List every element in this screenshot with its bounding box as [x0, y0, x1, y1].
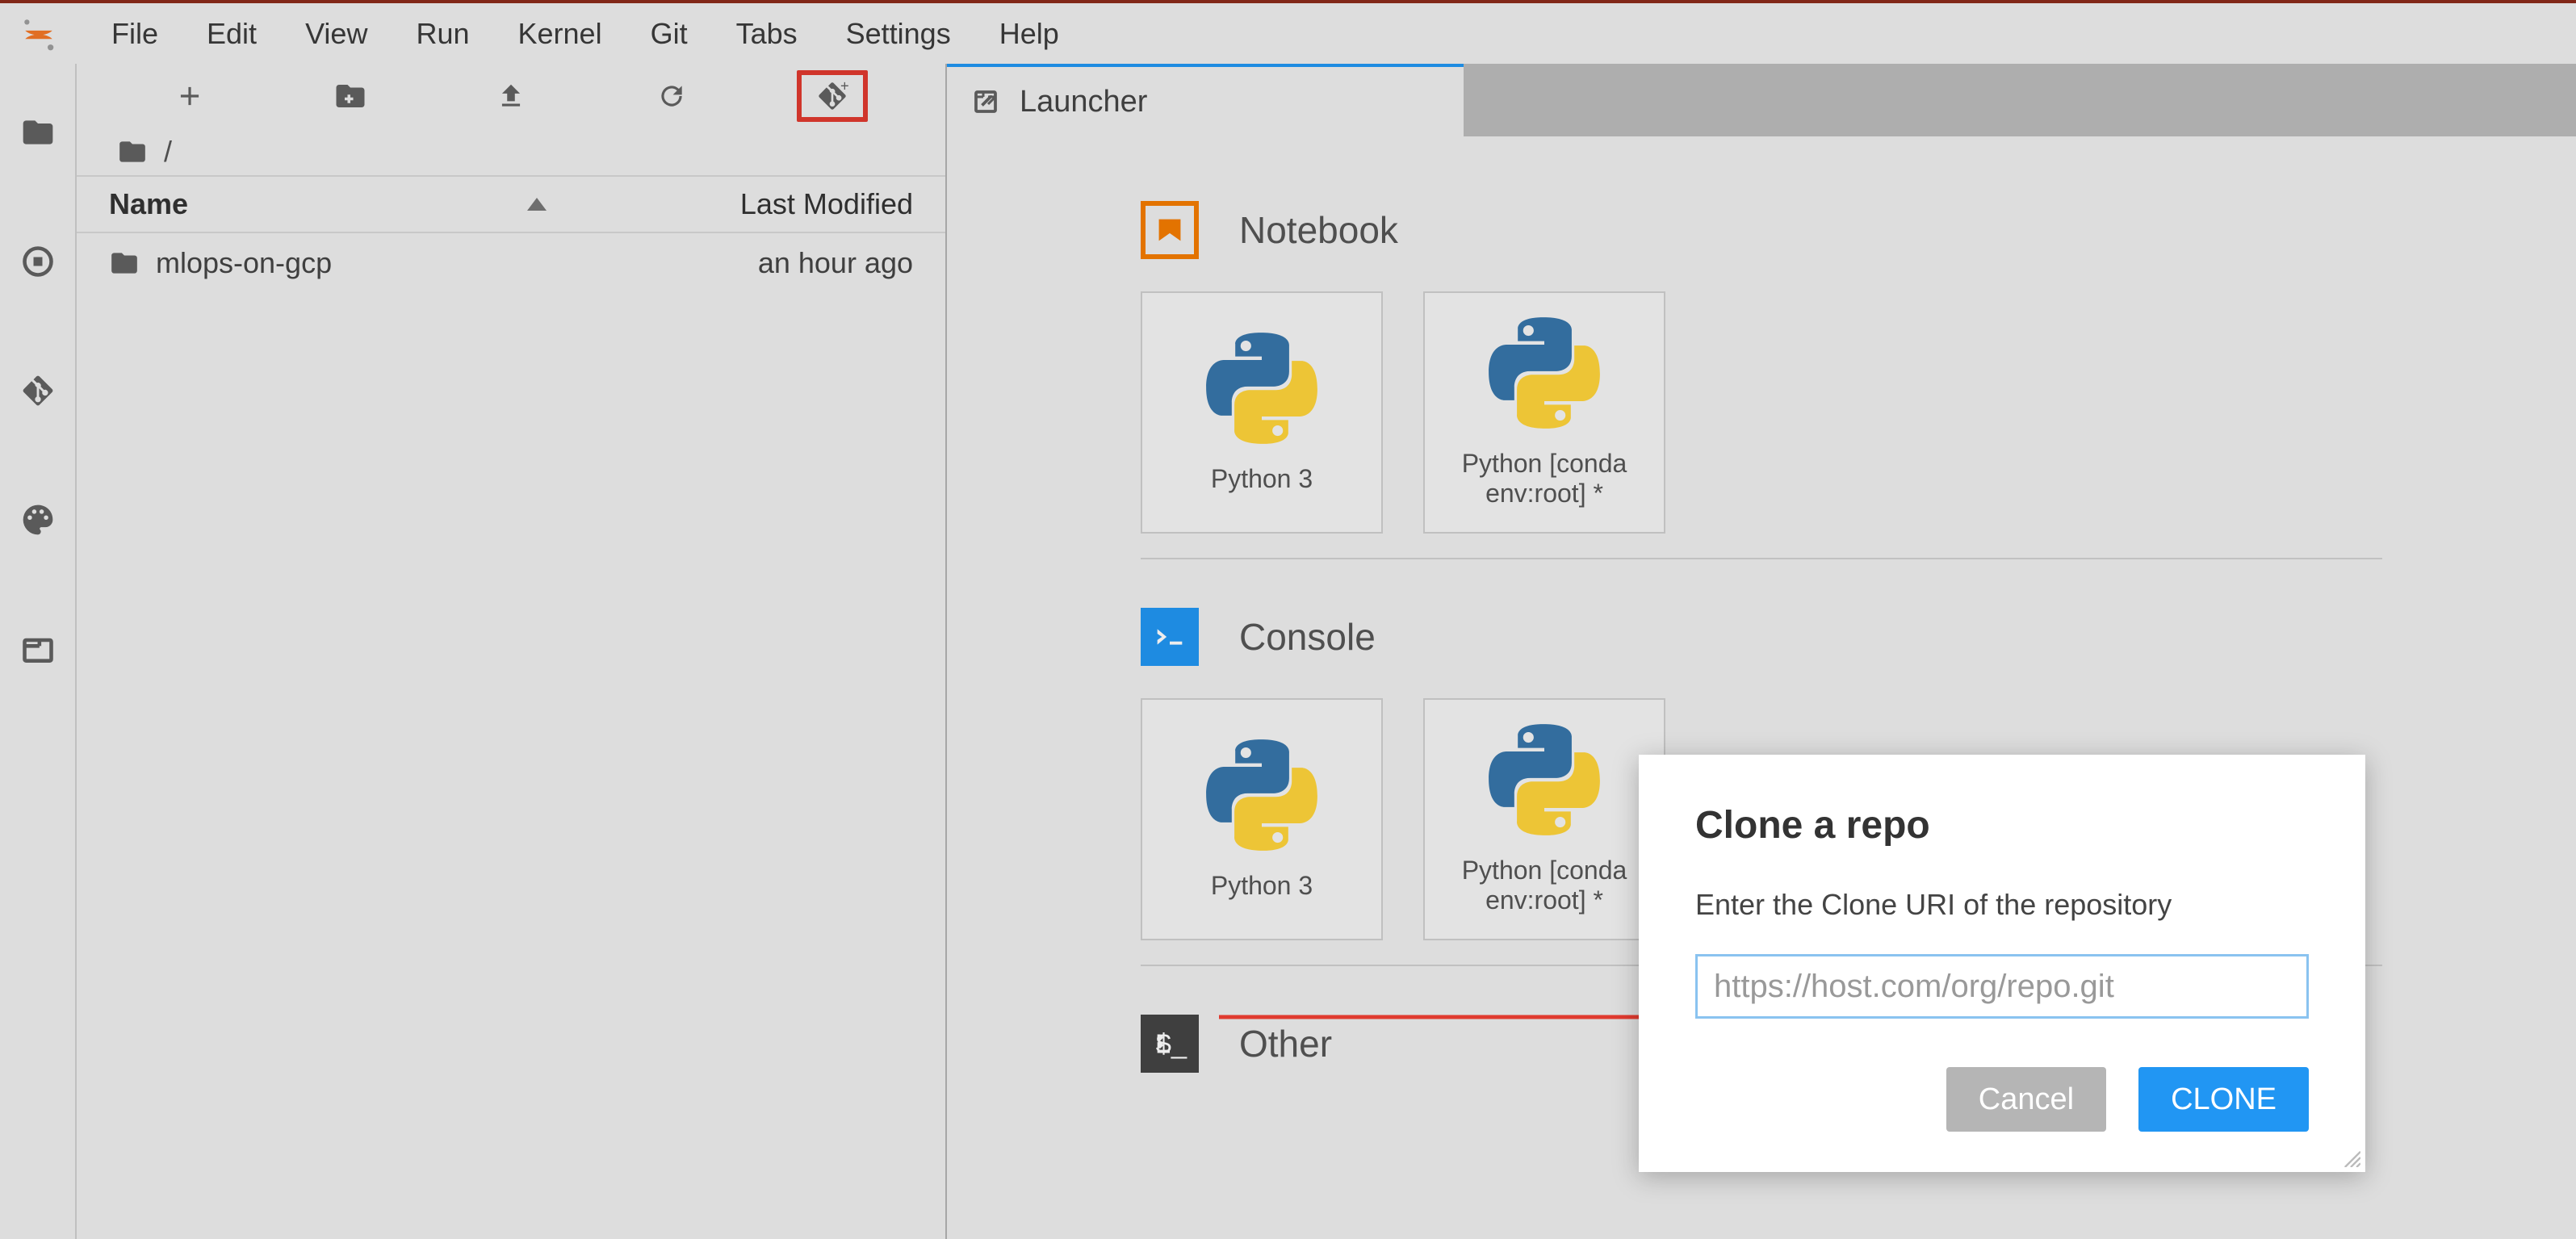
file-row[interactable]: mlops-on-gcp an hour ago	[77, 233, 945, 293]
dialog-title: Clone a repo	[1695, 803, 2309, 848]
resize-grip-icon[interactable]	[2341, 1148, 2360, 1167]
folder-icon	[117, 136, 148, 167]
python-icon	[1488, 316, 1601, 429]
notebook-section-icon	[1141, 201, 1199, 259]
section-title: Other	[1239, 1022, 1332, 1065]
tab-title: Launcher	[1020, 85, 1147, 119]
new-folder-button[interactable]	[270, 79, 430, 113]
cancel-button[interactable]: Cancel	[1946, 1067, 2106, 1132]
section-title: Console	[1239, 615, 1376, 659]
launcher-card-python3-console[interactable]: Python 3	[1141, 698, 1383, 940]
clone-uri-input[interactable]	[1695, 954, 2309, 1019]
jupyter-logo	[15, 15, 63, 52]
card-label: Python 3	[1211, 464, 1313, 494]
launcher-card-conda-console[interactable]: Python [conda env:root] *	[1423, 698, 1665, 940]
palette-icon[interactable]	[18, 500, 58, 540]
menu-git[interactable]: Git	[626, 9, 712, 59]
file-browser-panel: + / Name Last Modified mlops-on-gcp an h…	[77, 64, 947, 1239]
folder-icon[interactable]	[18, 112, 58, 153]
menu-kernel[interactable]: Kernel	[494, 9, 626, 59]
menu-view[interactable]: View	[281, 9, 392, 59]
other-section-icon: $_	[1141, 1015, 1199, 1073]
svg-text:+: +	[840, 80, 848, 94]
folder-icon	[109, 248, 140, 278]
running-icon[interactable]	[18, 241, 58, 282]
breadcrumb-root: /	[164, 135, 172, 169]
filebrowser-header: Name Last Modified	[77, 177, 945, 233]
filebrowser-breadcrumb[interactable]: /	[77, 128, 945, 177]
tab-bar-empty	[1464, 64, 2576, 136]
upload-button[interactable]	[430, 81, 591, 111]
sort-asc-icon	[527, 198, 547, 211]
refresh-button[interactable]	[592, 81, 752, 111]
launcher-tab-icon	[971, 87, 1000, 116]
menu-edit[interactable]: Edit	[182, 9, 281, 59]
git-icon[interactable]	[18, 370, 58, 411]
file-modified: an hour ago	[758, 246, 913, 280]
tabs-icon[interactable]	[18, 629, 58, 669]
section-title: Notebook	[1239, 208, 1398, 252]
python-icon	[1205, 332, 1318, 445]
menu-run[interactable]: Run	[392, 9, 493, 59]
card-label: Python [conda env:root] *	[1433, 449, 1656, 509]
menu-settings[interactable]: Settings	[822, 9, 975, 59]
filebrowser-toolbar: +	[77, 64, 945, 128]
card-label: Python 3	[1211, 871, 1313, 901]
tab-launcher[interactable]: Launcher	[947, 64, 1464, 136]
python-icon	[1488, 723, 1601, 836]
svg-text:$_: $_	[1156, 1029, 1187, 1060]
git-clone-button[interactable]: +	[752, 70, 913, 122]
menu-help[interactable]: Help	[975, 9, 1083, 59]
console-section-icon	[1141, 608, 1199, 666]
file-name: mlops-on-gcp	[156, 246, 332, 280]
menu-tabs[interactable]: Tabs	[712, 9, 822, 59]
new-launcher-button[interactable]	[109, 81, 270, 111]
section-notebook: Notebook Python 3 Python [conda env:root…	[1141, 201, 2382, 559]
python-icon	[1205, 739, 1318, 852]
dialog-prompt: Enter the Clone URI of the repository	[1695, 888, 2309, 922]
column-name[interactable]: Name	[109, 187, 188, 221]
clone-button[interactable]: CLONE	[2138, 1067, 2309, 1132]
card-label: Python [conda env:root] *	[1433, 856, 1656, 915]
clone-repo-dialog: Clone a repo Enter the Clone URI of the …	[1639, 755, 2365, 1172]
menu-file[interactable]: File	[87, 9, 182, 59]
tab-bar: Launcher	[947, 64, 2576, 136]
launcher-card-conda-notebook[interactable]: Python [conda env:root] *	[1423, 291, 1665, 534]
activity-bar	[0, 64, 77, 1239]
launcher-card-python3-notebook[interactable]: Python 3	[1141, 291, 1383, 534]
column-modified[interactable]: Last Modified	[740, 187, 913, 221]
main-menubar: File Edit View Run Kernel Git Tabs Setti…	[0, 3, 2576, 64]
